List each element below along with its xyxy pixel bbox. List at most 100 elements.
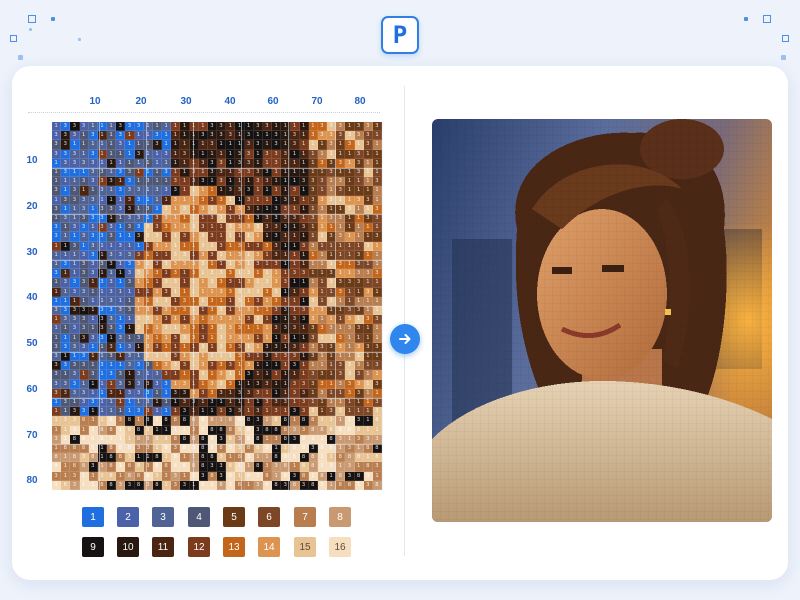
grid-cell: 1	[198, 296, 208, 306]
grid-cell: 1	[189, 149, 199, 159]
column-label: 30	[180, 96, 192, 107]
grid-cell: 3	[61, 416, 71, 426]
grid-cell: 1	[372, 351, 382, 362]
palette-swatch-14[interactable]: 14	[258, 537, 280, 557]
grid-cell: 1	[134, 131, 144, 141]
grid-cell: 1	[226, 195, 236, 205]
grid-cell: 3	[336, 278, 346, 288]
decor-dot	[29, 28, 32, 31]
convert-button[interactable]	[390, 324, 420, 354]
grid-cell: 1	[299, 287, 309, 297]
palette-swatch-6[interactable]: 6	[258, 507, 280, 527]
palette-swatch-15[interactable]: 15	[294, 537, 316, 557]
grid-cell: 3	[52, 223, 62, 233]
grid-cell: 3	[171, 177, 181, 187]
grid-cell: 3	[79, 232, 89, 242]
grid-cell: 1	[317, 361, 327, 371]
grid-cell: 1	[308, 149, 318, 159]
grid-cell: 3	[244, 351, 254, 362]
grid-cell: 3	[125, 361, 135, 371]
grid-cell: 3	[244, 167, 254, 178]
grid-cell: 1	[327, 388, 337, 398]
grid-cell: 3	[70, 186, 80, 196]
palette-swatch-10[interactable]: 10	[117, 537, 139, 557]
grid-cell: 3	[244, 361, 254, 371]
grid-cell: 3	[207, 379, 217, 389]
grid-cell: 3	[152, 140, 162, 150]
palette-swatch-12[interactable]: 12	[188, 537, 210, 557]
grid-cell: 3	[235, 388, 245, 398]
grid-cell: 3	[363, 315, 373, 325]
grid-cell: 3	[235, 186, 245, 196]
grid-cell: 3	[88, 158, 98, 168]
grid-cell: 1	[226, 397, 236, 408]
grid-cell: 3	[162, 223, 172, 233]
grid-cell: 1	[372, 223, 382, 233]
grid-cell: 1	[317, 250, 327, 260]
grid-cell: 3	[125, 177, 135, 187]
grid-cell: 1	[281, 250, 291, 260]
grid-cell: 1	[317, 232, 327, 242]
grid-cell: 1	[207, 480, 217, 490]
palette-swatch-8[interactable]: 8	[329, 507, 351, 527]
palette-swatch-7[interactable]: 7	[294, 507, 316, 527]
grid-cell: 3	[290, 140, 300, 150]
grid-cell: 1	[107, 195, 117, 205]
grid-cell: 3	[299, 177, 309, 187]
grid-cell: 3	[198, 259, 208, 270]
grid-cell: 1	[262, 324, 272, 334]
grid-cell: 3	[61, 361, 71, 371]
grid-cell: 1	[52, 287, 62, 297]
numbered-pixel-grid[interactable]: 1333111333111111133111331111133313333331…	[52, 122, 382, 490]
grid-cell: 1	[52, 333, 62, 343]
grid-cell: 1	[88, 287, 98, 297]
grid-cell: 3	[345, 315, 355, 325]
grid-cell: 3	[226, 315, 236, 325]
grid-cell: 8	[290, 453, 300, 463]
palette-swatch-1[interactable]: 1	[82, 507, 104, 527]
palette-swatch-9[interactable]: 9	[82, 537, 104, 557]
grid-cell: 1	[299, 324, 309, 334]
palette-swatch-5[interactable]: 5	[223, 507, 245, 527]
grid-cell: 3	[272, 462, 282, 472]
grid-cell: 1	[244, 333, 254, 343]
palette-swatch-16[interactable]: 16	[329, 537, 351, 557]
grid-cell: 3	[308, 213, 318, 224]
grid-cell: 1	[52, 425, 62, 435]
grid-cell: 8	[189, 462, 199, 472]
grid-cell: 1	[125, 140, 135, 150]
grid-cell: 1	[162, 333, 172, 343]
grid-cell: 1	[354, 223, 364, 233]
grid-cell: 3	[97, 186, 107, 196]
grid-cell: 3	[290, 351, 300, 362]
grid-cell: 1	[281, 443, 291, 454]
grid-cell: 8	[189, 434, 199, 444]
grid-cell: 3	[97, 315, 107, 325]
grid-cell: 1	[272, 379, 282, 389]
grid-cell: 3	[171, 259, 181, 270]
grid-cell: 1	[327, 305, 337, 316]
grid-cell: 3	[272, 223, 282, 233]
palette-swatch-2[interactable]: 2	[117, 507, 139, 527]
grid-cell: 3	[308, 296, 318, 306]
grid-cell: 1	[116, 351, 126, 362]
grid-cell: 1	[299, 296, 309, 306]
grid-cell: 3	[125, 250, 135, 260]
grid-cell: 1	[171, 149, 181, 159]
grid-cell: 3	[217, 177, 227, 187]
grid-cell: 3	[198, 177, 208, 187]
palette-swatch-13[interactable]: 13	[223, 537, 245, 557]
grid-cell: 8	[262, 480, 272, 490]
palette-swatch-11[interactable]: 11	[152, 537, 174, 557]
grid-cell: 1	[61, 351, 71, 362]
grid-cell: 1	[281, 388, 291, 398]
grid-cell: 3	[207, 388, 217, 398]
palette-swatch-4[interactable]: 4	[188, 507, 210, 527]
grid-cell: 1	[317, 278, 327, 288]
grid-cell: 3	[171, 471, 181, 481]
grid-cell: 3	[79, 305, 89, 316]
grid-cell: 3	[143, 177, 153, 187]
palette-swatch-3[interactable]: 3	[152, 507, 174, 527]
grid-cell: 3	[244, 186, 254, 196]
grid-cell: 1	[61, 177, 71, 187]
